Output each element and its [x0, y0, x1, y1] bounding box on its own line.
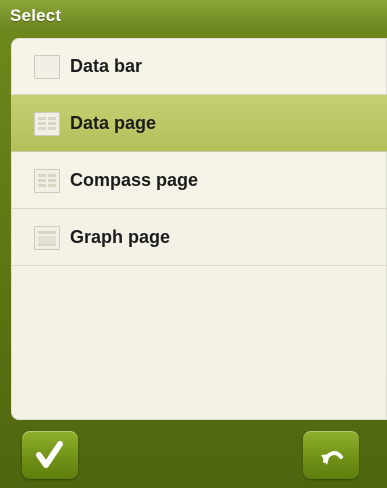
- list-item-data-page[interactable]: Data page: [11, 95, 387, 152]
- blank-page-icon: [34, 55, 60, 79]
- compass-page-icon: [34, 169, 60, 193]
- list-item-label: Compass page: [70, 170, 199, 190]
- list-item-label: Data page: [70, 113, 157, 133]
- list-item-label: Data bar: [70, 56, 143, 76]
- list-item-graph-page[interactable]: Graph page: [11, 209, 387, 266]
- list-item-compass-page[interactable]: Compass page: [11, 152, 387, 209]
- screen-title: Select: [10, 6, 62, 25]
- select-screen: Select Data bar Data page Compass page G…: [0, 0, 387, 488]
- graph-page-icon: [34, 226, 60, 250]
- back-button[interactable]: [303, 431, 359, 479]
- checkmark-icon: [36, 441, 63, 468]
- page-type-list: Data bar Data page Compass page Graph pa…: [11, 38, 387, 420]
- back-arrow-icon: [321, 451, 343, 465]
- list-item-label: Graph page: [70, 227, 171, 247]
- list-item-data-bar[interactable]: Data bar: [11, 38, 387, 95]
- title-bar: Select: [0, 0, 387, 30]
- data-page-icon: [34, 112, 60, 136]
- confirm-button[interactable]: [22, 431, 78, 479]
